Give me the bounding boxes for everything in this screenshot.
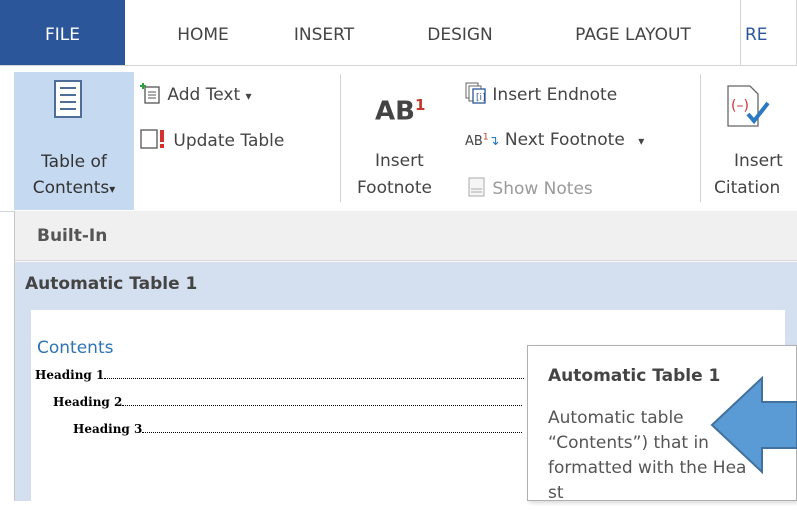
tab-design[interactable]: DESIGN bbox=[410, 0, 510, 65]
tooltip-line-3: formatted with the Hea bbox=[548, 458, 747, 478]
ribbon-separator bbox=[700, 74, 701, 202]
update-table-button[interactable]: Update Table bbox=[140, 128, 284, 151]
insert-endnote-button[interactable]: [i] Insert Endnote bbox=[465, 82, 617, 105]
preview-contents-heading: Contents bbox=[37, 338, 114, 358]
ribbon-separator bbox=[340, 74, 341, 202]
insert-footnote-label-2: Footnote bbox=[357, 178, 432, 198]
show-notes-button[interactable]: Show Notes bbox=[467, 176, 593, 199]
toc-label-line2: Contents▾ bbox=[32, 178, 116, 198]
update-table-label: Update Table bbox=[173, 131, 285, 151]
insert-citation-icon: (–) bbox=[727, 85, 770, 127]
next-footnote-button[interactable]: AB1↴ Next Footnote ▾ bbox=[465, 130, 644, 150]
next-footnote-icon: AB1↴ bbox=[465, 132, 500, 149]
tab-references[interactable]: RE bbox=[740, 0, 797, 65]
insert-footnote-icon: AB1 bbox=[375, 96, 426, 127]
ribbon-references: Table of Contents▾ Add Text ▾ Update Tab… bbox=[0, 66, 797, 212]
update-table-icon bbox=[140, 129, 164, 149]
tab-file[interactable]: FILE bbox=[0, 0, 125, 65]
ribbon-tab-bar: FILE HOME INSERT DESIGN PAGE LAYOUT RE bbox=[0, 0, 797, 66]
tooltip: Automatic Table 1 Automatic table “Conte… bbox=[527, 345, 797, 503]
tooltip-line-4: st bbox=[548, 483, 564, 503]
add-text-button[interactable]: Add Text ▾ bbox=[140, 82, 252, 105]
insert-endnote-label: Insert Endnote bbox=[492, 85, 618, 105]
insert-footnote-button[interactable]: AB1 Insert Footnote bbox=[357, 66, 457, 211]
preview-heading-3: Heading 3 bbox=[73, 422, 523, 436]
insert-citation-label-1: Insert bbox=[734, 151, 783, 171]
tab-page-layout[interactable]: PAGE LAYOUT bbox=[548, 0, 718, 65]
chevron-down-icon: ▾ bbox=[638, 134, 645, 148]
svg-text:(–): (–) bbox=[731, 98, 749, 114]
tooltip-line-2: “Contents”) that in bbox=[548, 433, 709, 453]
gallery-section-header: Built-In bbox=[15, 211, 797, 261]
add-text-icon bbox=[140, 83, 160, 104]
next-footnote-label: Next Footnote bbox=[504, 130, 625, 150]
insert-citation-label-2: Citation bbox=[714, 178, 781, 198]
add-text-label: Add Text bbox=[167, 85, 241, 105]
insert-footnote-label-1: Insert bbox=[375, 151, 424, 171]
insert-endnote-icon: [i] bbox=[465, 82, 486, 104]
gallery-item-title: Automatic Table 1 bbox=[25, 274, 198, 294]
chevron-down-icon: ▾ bbox=[245, 89, 252, 103]
tab-insert[interactable]: INSERT bbox=[277, 0, 371, 65]
tooltip-line-1: Automatic table bbox=[548, 408, 684, 428]
tab-home[interactable]: HOME bbox=[155, 0, 251, 65]
svg-text:[i]: [i] bbox=[476, 93, 486, 103]
show-notes-icon bbox=[468, 177, 485, 197]
tooltip-title: Automatic Table 1 bbox=[548, 366, 721, 386]
table-of-contents-icon bbox=[54, 80, 82, 118]
table-of-contents-button[interactable]: Table of Contents▾ bbox=[14, 72, 134, 210]
toc-label-line1: Table of bbox=[41, 152, 107, 172]
show-notes-label: Show Notes bbox=[492, 179, 593, 199]
chevron-down-icon: ▾ bbox=[109, 182, 116, 196]
preview-heading-2: Heading 2 bbox=[53, 395, 523, 409]
preview-heading-1: Heading 1 bbox=[35, 368, 525, 382]
insert-citation-button[interactable]: (–) Insert Citation bbox=[712, 66, 797, 211]
